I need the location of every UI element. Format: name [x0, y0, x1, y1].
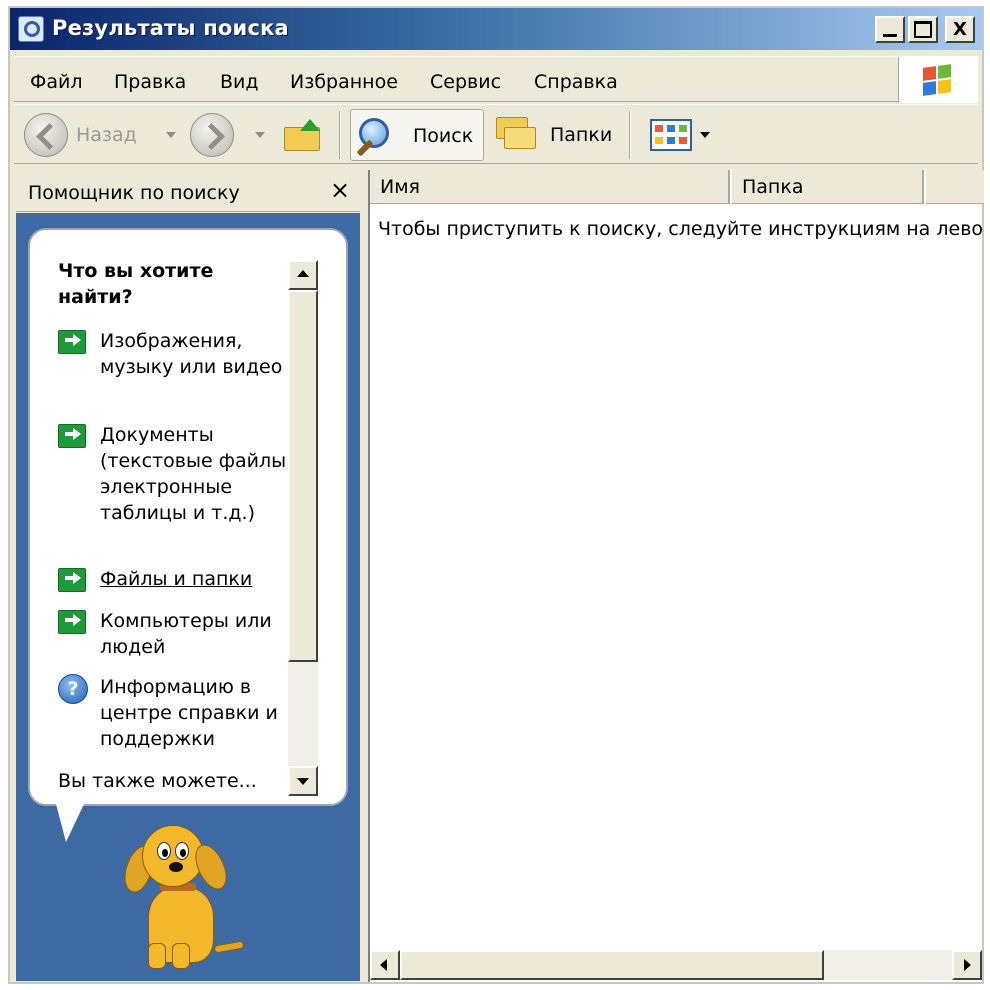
menu-view[interactable]: Вид: [220, 71, 259, 93]
back-dropdown-icon[interactable]: [166, 132, 176, 138]
toolbar-separator: [339, 111, 341, 159]
views-dropdown-icon[interactable]: [700, 132, 710, 138]
also-link[interactable]: Вы также можете...: [58, 770, 257, 792]
search-pane-title: Помощник по поиску: [28, 182, 240, 204]
help-icon: ?: [58, 674, 88, 704]
search-button-label: Поиск: [413, 125, 474, 147]
title-bar[interactable]: Результаты поиска X: [10, 8, 982, 50]
option-label[interactable]: Документы (текстовые файлы, электронные …: [100, 422, 300, 526]
close-icon[interactable]: ×: [326, 176, 354, 204]
option-label[interactable]: Изображения, музыку или видео: [100, 328, 300, 380]
option-label[interactable]: Компьютеры или людей: [100, 608, 300, 660]
green-arrow-icon: [58, 424, 86, 448]
views-icon[interactable]: [650, 119, 692, 151]
menu-tools[interactable]: Сервис: [430, 71, 501, 93]
green-arrow-icon: [58, 330, 86, 354]
menu-bar: Файл Правка Вид Избранное Сервис Справка: [14, 56, 978, 103]
explorer-window: Результаты поиска X Файл Правка Вид Избр…: [8, 6, 984, 984]
horizontal-scrollbar[interactable]: [370, 950, 982, 980]
toolbar: Назад Поиск Папки: [14, 104, 978, 164]
column-header-name[interactable]: Имя: [370, 170, 730, 204]
menu-favorites[interactable]: Избранное: [290, 71, 398, 93]
folders-icon[interactable]: [496, 117, 540, 151]
bubble-tail: [56, 804, 84, 842]
window-title: Результаты поиска: [52, 16, 289, 40]
up-folder-icon[interactable]: [284, 119, 324, 151]
folders-button-label[interactable]: Папки: [550, 124, 612, 146]
vertical-scrollbar[interactable]: [288, 260, 318, 796]
minimize-button[interactable]: [875, 16, 905, 43]
search-bubble: Что вы хотите найти? Изображения, музыку…: [28, 228, 348, 806]
scroll-thumb[interactable]: [400, 950, 824, 980]
search-pane-header: Помощник по поиску ×: [16, 170, 360, 212]
search-question: Что вы хотите найти?: [58, 260, 214, 308]
menu-edit[interactable]: Правка: [114, 71, 186, 93]
scroll-up-icon[interactable]: [288, 260, 318, 290]
green-arrow-icon: [58, 610, 86, 634]
scroll-right-icon[interactable]: [952, 950, 982, 980]
search-button[interactable]: Поиск: [350, 109, 484, 161]
option-label[interactable]: Информацию в центре справки и поддержки: [100, 674, 300, 752]
scroll-left-icon[interactable]: [370, 950, 400, 980]
scroll-down-icon[interactable]: [288, 766, 318, 796]
forward-dropdown-icon[interactable]: [255, 132, 265, 138]
option-label[interactable]: Файлы и папки: [100, 566, 300, 592]
windows-logo-icon: [898, 57, 978, 103]
green-arrow-icon: [58, 568, 86, 592]
search-dog-icon[interactable]: [118, 825, 246, 970]
back-button-label[interactable]: Назад: [76, 124, 137, 146]
back-arrow-icon[interactable]: [24, 113, 68, 157]
maximize-button[interactable]: [908, 16, 938, 43]
column-header-extra[interactable]: [926, 170, 984, 204]
results-list: Имя Папка Чтобы приступить к поиску, сле…: [368, 170, 984, 982]
results-hint: Чтобы приступить к поиску, следуйте инст…: [378, 218, 984, 240]
column-header-folder[interactable]: Папка: [732, 170, 924, 204]
search-window-icon: [18, 16, 44, 42]
scroll-thumb[interactable]: [288, 290, 318, 662]
menu-file[interactable]: Файл: [30, 71, 83, 93]
close-button[interactable]: X: [945, 16, 975, 43]
menu-help[interactable]: Справка: [534, 71, 618, 93]
forward-arrow-icon[interactable]: [190, 113, 234, 157]
toolbar-separator: [629, 111, 631, 159]
search-pane: Что вы хотите найти? Изображения, музыку…: [16, 213, 360, 981]
